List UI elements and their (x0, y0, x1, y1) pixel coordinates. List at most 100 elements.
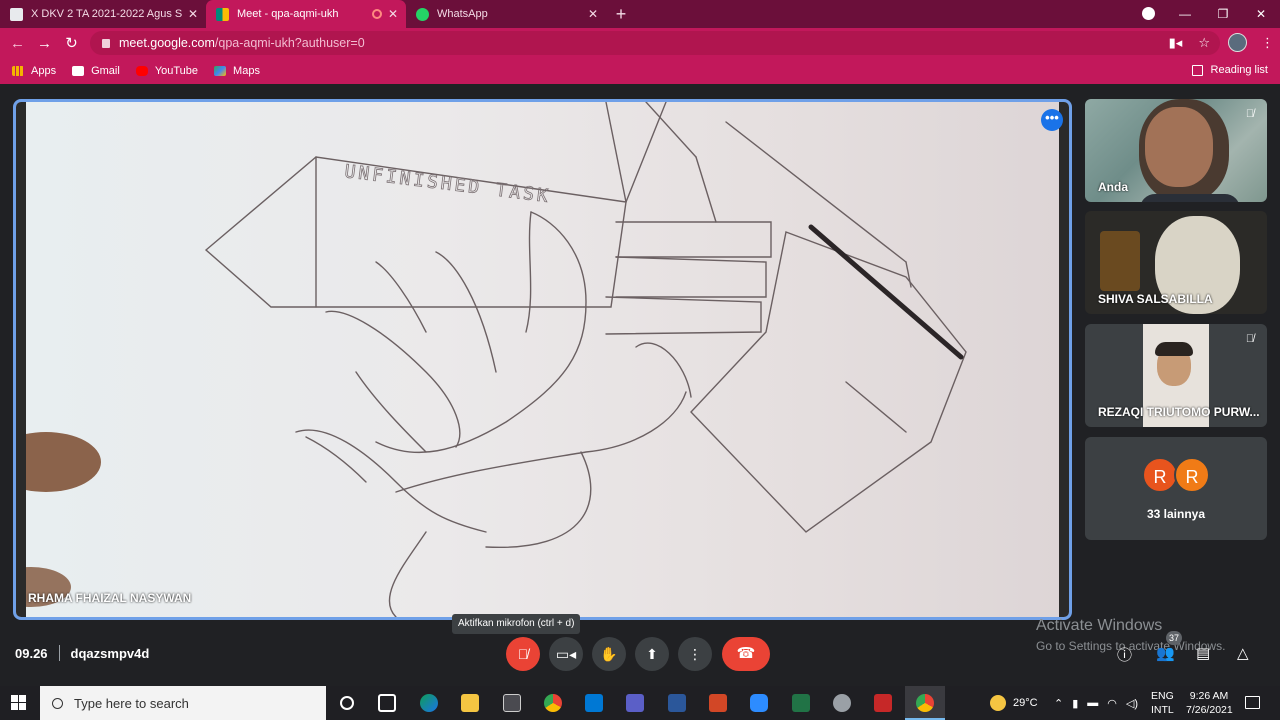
new-tab-button[interactable]: + (606, 0, 636, 28)
teams-icon[interactable] (626, 694, 644, 712)
mic-off-icon: 🎙̸ (1245, 333, 1255, 345)
minimize-icon[interactable]: — (1166, 7, 1204, 21)
address-bar[interactable]: meet.google.com/qpa-aqmi-ukh?authuser=0 … (90, 31, 1220, 55)
profile-avatar[interactable] (1228, 33, 1247, 52)
meeting-info: 09.26 dqazsmpv4d (15, 645, 149, 661)
participant-hair (1155, 342, 1193, 356)
participant-shirt (1140, 194, 1240, 202)
windows-start-icon[interactable] (11, 695, 27, 711)
reload-icon[interactable]: ↻ (58, 34, 85, 52)
windows-taskbar: Type here to search 29°C ⌃ ▮ ▬ ◠ ◁) ENG … (0, 686, 1280, 720)
taskbar-clock[interactable]: 9:26 AM 7/26/2021 (1186, 689, 1233, 717)
bookmark-label: Gmail (91, 65, 120, 77)
lock-icon (102, 38, 110, 48)
reading-list-button[interactable]: Reading list (1191, 64, 1268, 76)
participant-tile[interactable]: SHIVA SALSABILLA (1085, 211, 1267, 314)
excel-icon[interactable] (792, 694, 810, 712)
bookmark-label: Apps (31, 65, 57, 77)
participant-face (1145, 107, 1213, 187)
meeting-details-icon[interactable]: ⓘ (1117, 644, 1132, 665)
meeting-time: 09.26 (15, 645, 48, 661)
mail-icon[interactable] (585, 694, 603, 712)
tab-meet[interactable]: Meet - qpa-aqmi-ukh ✕ (206, 0, 406, 28)
chevron-up-icon[interactable]: ⌃ (1054, 697, 1063, 710)
microphone-tray-icon[interactable]: ▮ (1072, 697, 1078, 710)
camera-icon: ▭◂ (555, 646, 577, 662)
avatar: R (1142, 457, 1178, 493)
tab-title: Meet - qpa-aqmi-ukh (237, 8, 339, 20)
reading-list-label: Reading list (1210, 64, 1268, 76)
store-icon[interactable] (503, 694, 521, 712)
bookmark-label: Maps (233, 65, 260, 77)
task-view-icon[interactable] (378, 694, 396, 712)
notification-icon[interactable] (1245, 696, 1260, 709)
mic-toggle-button[interactable]: 🎙̸ (506, 637, 540, 671)
url-path: /qpa-aqmi-ukh?authuser=0 (214, 36, 365, 50)
present-button[interactable]: ⬆ (635, 637, 669, 671)
gmail-icon (72, 66, 85, 76)
wifi-icon[interactable]: ◠ (1107, 697, 1117, 710)
present-screen-icon: ⬆ (646, 646, 658, 662)
people-icon[interactable]: 👥 (1156, 644, 1175, 662)
activate-windows-title: Activate Windows (1036, 617, 1163, 634)
camera-toggle-button[interactable]: ▭◂ (549, 637, 583, 671)
search-placeholder: Type here to search (74, 695, 189, 711)
close-icon[interactable]: ✕ (188, 7, 198, 21)
back-icon[interactable]: ← (4, 35, 31, 52)
camera-in-use-icon[interactable]: ▮◂ (1169, 35, 1183, 51)
pencil-drawing-video: UNFINISHED TASK (26, 102, 1062, 617)
clock-time: 9:26 AM (1189, 690, 1229, 702)
url-host: meet.google.com (119, 36, 215, 50)
close-icon[interactable]: ✕ (588, 7, 598, 21)
others-tile[interactable]: R R 33 lainnya (1085, 437, 1267, 540)
menu-kebab-icon[interactable]: ⋮ (1261, 35, 1274, 51)
tab-search-icon[interactable] (1142, 7, 1155, 20)
file-explorer-icon[interactable] (461, 694, 479, 712)
raise-hand-button[interactable]: ✋ (592, 637, 626, 671)
keyboard-layout: INTL (1151, 704, 1174, 716)
bookmark-youtube[interactable]: YouTube (135, 65, 199, 77)
weather-temp: 29°C (1013, 697, 1038, 709)
edge-icon[interactable] (420, 694, 438, 712)
download-manager-icon[interactable] (874, 694, 892, 712)
browser-toolbar: ← → ↻ meet.google.com/qpa-aqmi-ukh?authu… (0, 28, 1280, 58)
participant-name: SHIVA SALSABILLA (1098, 292, 1213, 306)
close-window-icon[interactable]: ✕ (1242, 7, 1280, 21)
chat-icon[interactable]: ▤ (1196, 644, 1210, 662)
tile-options-button[interactable]: ••• (1041, 109, 1063, 131)
powerpoint-icon[interactable] (709, 694, 727, 712)
taskbar-search-input[interactable]: Type here to search (40, 686, 326, 720)
participant-tile[interactable]: 🎙̸ REZAQI TRIUTOMO PURW... (1085, 324, 1267, 427)
close-icon[interactable]: ✕ (388, 7, 398, 21)
participant-name: REZAQI TRIUTOMO PURW... (1098, 405, 1260, 419)
weather-widget[interactable]: 29°C (990, 686, 1038, 720)
language-indicator[interactable]: ENG INTL (1151, 689, 1174, 717)
video-letterbox (1059, 102, 1069, 617)
volume-icon[interactable]: ◁) (1126, 697, 1138, 710)
chrome-icon[interactable] (544, 694, 562, 712)
zoom-icon[interactable] (750, 694, 768, 712)
end-call-button[interactable]: ☎ (722, 637, 770, 671)
bookmark-gmail[interactable]: Gmail (72, 65, 120, 77)
tab-strip: X DKV 2 TA 2021-2022 Agus Sriy ✕ Meet - … (0, 0, 1280, 28)
tab-classroom[interactable]: X DKV 2 TA 2021-2022 Agus Sriy ✕ (0, 0, 206, 28)
tab-whatsapp[interactable]: WhatsApp ✕ (406, 0, 606, 28)
bookmark-apps[interactable]: Apps (12, 65, 56, 77)
bookmark-label: YouTube (154, 65, 199, 77)
tab-title: X DKV 2 TA 2021-2022 Agus Sriy (31, 8, 182, 20)
activities-icon[interactable]: △ (1237, 644, 1249, 662)
cortana-icon[interactable] (340, 696, 354, 710)
bookmark-maps[interactable]: Maps (214, 65, 260, 77)
taskbar-chrome-active[interactable] (905, 686, 945, 720)
more-options-button[interactable]: ⋮ (678, 637, 712, 671)
bookmark-star-icon[interactable]: ☆ (1198, 35, 1210, 51)
others-count-label: 33 lainnya (1146, 507, 1206, 521)
battery-icon[interactable]: ▬ (1087, 697, 1098, 709)
participant-tile-self[interactable]: 🎙̸ Anda (1085, 99, 1267, 202)
satellite-app-icon[interactable] (833, 694, 851, 712)
video-letterbox (16, 102, 26, 617)
presenter-tile[interactable]: UNFINISHED TASK ••• RHAMA FHAIZAL NASYWA… (13, 99, 1072, 620)
word-icon[interactable] (668, 694, 686, 712)
forward-icon[interactable]: → (31, 35, 58, 52)
maximize-icon[interactable]: ❐ (1204, 7, 1242, 21)
